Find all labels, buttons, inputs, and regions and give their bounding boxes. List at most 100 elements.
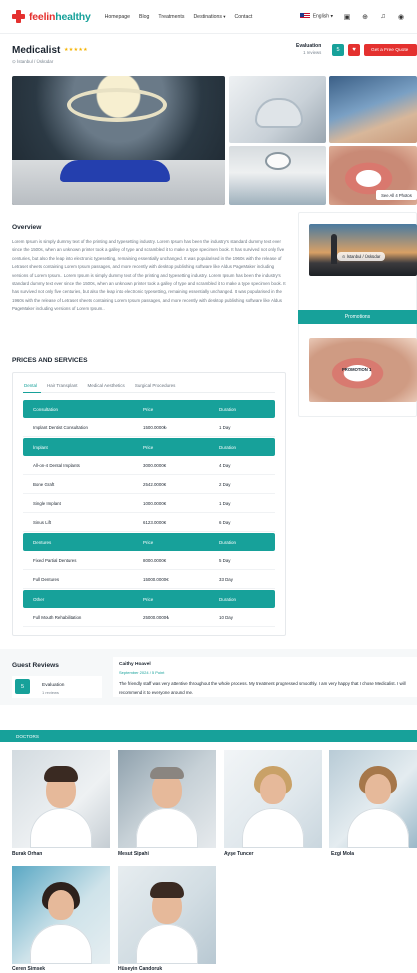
tab-medical-aesthetics[interactable]: Medical Aesthetics [88,383,125,388]
service-duration: 4 Day [219,463,231,468]
doctor-photo[interactable] [118,750,216,848]
photo-lamp [267,154,289,168]
doctor-name[interactable]: Ezgi Mola [331,851,354,857]
service-duration: 33 Day [219,577,233,582]
logo-text-part1: feelin [29,10,56,23]
price-group-header: Consultation Price Duration [23,400,275,418]
gallery-photo-3[interactable] [329,76,417,143]
photo-sofa [60,160,170,182]
doctor-name[interactable]: Burak Orhan [12,851,42,857]
city-location-label: ⊙ İstanbul / Üsküdar [337,252,386,261]
tab-dental[interactable]: Dental [24,383,37,388]
city-location-text: İstanbul / Üsküdar [346,254,381,259]
service-duration: 1 Day [219,425,231,430]
see-all-photos-button[interactable]: See All 4 Photos [376,190,417,200]
service-price: 1000.0000€ [143,501,167,506]
doctor-face [260,774,286,804]
doctor-hair [44,766,78,782]
review-count: 1 reviews [42,690,59,695]
nav-destinations[interactable]: Destinations [193,14,225,20]
doctor-name[interactable]: Hüseyin Candoruk [118,966,162,972]
price-header: Price [143,596,154,602]
doctor-name[interactable]: Mesut Sipahi [118,851,149,857]
doctor-coat [136,808,198,848]
doctor-photo[interactable] [12,866,110,964]
doctors-header: DOCTORS [0,730,417,742]
get-free-quote-button[interactable]: Get a Free Quote [364,44,417,56]
price-tabs: Dental Hair Transplant Medical Aesthetic… [24,383,175,388]
price-header: Price [143,539,154,545]
table-row: Bone Graft 2542.0000€ 2 Day [23,476,275,494]
gallery-photo-2[interactable] [229,76,326,143]
doctor-coat [30,924,92,964]
header-actions: English ▾ ▣ ⊕ ♫ ◉ [299,13,405,21]
table-row: Sinus Lift 6123.0000€ 6 Day [23,514,275,532]
globe-icon[interactable]: ⊕ [361,13,369,21]
photo-ceiling-ring [67,88,167,122]
gallery-photo-main[interactable] [12,76,225,205]
doctor-coat [347,808,409,848]
logo[interactable]: feelinhealthy [12,10,91,23]
tab-hair-transplant[interactable]: Hair Transplant [47,383,78,388]
service-name: Full Mouth Rehabilitation [33,615,82,620]
promotion-label: PROMOTION 1 [342,367,372,372]
photo-tower [331,234,337,264]
doctor-name[interactable]: Ayşe Tuncer [224,851,253,857]
doctor-name[interactable]: Ceren Simsek [12,966,45,972]
nav-homepage[interactable]: Homepage [105,14,130,20]
review-text: The friendly staff was very attentive th… [119,681,406,695]
nav-treatments[interactable]: Treatments [158,14,184,20]
doctor-photo[interactable] [118,866,216,964]
doctor-hair [150,882,184,898]
nav-blog[interactable]: Blog [139,14,149,20]
user-icon[interactable]: ◉ [397,13,405,21]
clinic-location-text: İstanbul / Üsküdar [17,59,54,64]
guest-reviews-title: Guest Reviews [12,662,59,669]
city-image[interactable] [309,224,417,276]
review-evaluation-label: Evaluation [42,683,65,688]
review-score-badge: 5 [15,679,30,694]
nav-contact[interactable]: Contact [235,14,253,20]
prices-title: PRICES AND SERVICES [12,357,88,364]
doctor-hair [150,767,184,779]
doctor-coat [136,924,198,964]
table-row: Implant Dentist Consultation 1500.0000₺ … [23,419,275,437]
price-group-header: Dentures Price Duration [23,533,275,551]
us-flag-icon [299,13,310,20]
price-group-header: İmplant Price Duration [23,438,275,456]
doctor-coat [242,808,304,848]
service-price: 8000.0000€ [143,558,167,563]
calendar-icon[interactable]: ▣ [343,13,351,21]
service-price: 6123.0000€ [143,520,167,525]
table-row: Single Implant 1000.0000€ 1 Day [23,495,275,513]
doctor-photo[interactable] [12,750,110,848]
price-header: Price [143,444,154,450]
table-row: All-on-4 Dental Implants 3000.0000€ 4 Da… [23,457,275,475]
doctor-photo[interactable] [224,750,322,848]
language-label: English [312,13,330,20]
overview-title: Overview [12,224,42,231]
service-price: 25000.0000₺ [143,614,169,620]
quote-button-label: Get a Free Quote [371,47,409,53]
logo-text: feelinhealthy [29,11,91,23]
table-row: Full Dentures 15000.0000€ 33 Day [23,571,275,589]
logo-text-part2: healthy [55,10,91,23]
evaluation-label: Evaluation [296,43,322,49]
group-name: Consultation [33,406,59,412]
service-duration: 5 Day [219,558,231,563]
gallery-photo-4[interactable] [229,146,326,205]
site-header: feelinhealthy Homepage Blog Treatments D… [0,0,417,34]
doctor-photo[interactable] [329,750,417,848]
tab-underline [23,392,275,393]
tab-surgical-procedures[interactable]: Surgical Procedures [135,383,176,388]
doctor-face [365,774,391,804]
table-row: Fixed Partial Dentures 8000.0000€ 5 Day [23,552,275,570]
favorite-heart-button[interactable]: ♥ [348,44,360,56]
language-selector[interactable]: English ▾ [299,13,333,20]
bell-icon[interactable]: ♫ [379,13,387,21]
service-name: Full Dentures [33,577,60,582]
group-name: Dentures [33,539,52,545]
evaluation-summary: Evaluation 1 reviews [296,43,321,55]
doctor-coat [30,808,92,848]
service-duration: 1 Day [219,501,231,506]
